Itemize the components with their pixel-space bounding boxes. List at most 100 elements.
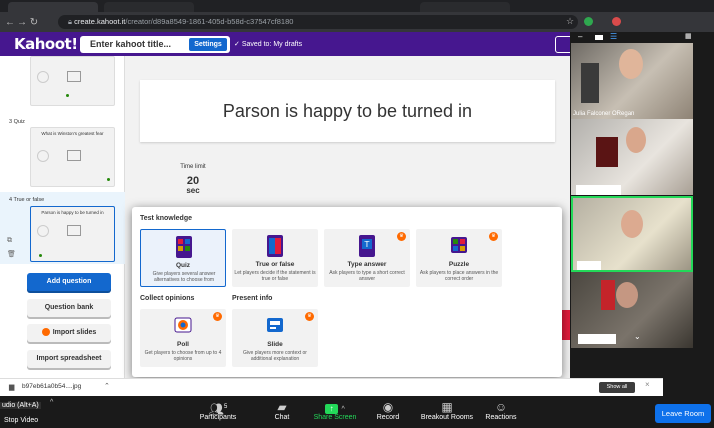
type-answer-icon: T bbox=[359, 235, 375, 257]
held-book bbox=[601, 280, 615, 310]
puzzle-type-card[interactable]: ♛ Puzzle Ask players to place answers in… bbox=[416, 229, 502, 287]
import-slides-label: Import slides bbox=[52, 329, 97, 336]
import-spreadsheet-button[interactable]: Import spreadsheet bbox=[27, 350, 111, 368]
participant-name-bar bbox=[577, 261, 601, 270]
gallery-view-icon[interactable]: ☰ bbox=[610, 32, 617, 41]
url-host: create.kahoot.it bbox=[74, 17, 126, 26]
browser-tab[interactable] bbox=[104, 2, 194, 12]
poll-icon bbox=[174, 317, 192, 333]
minimize-icon[interactable]: – bbox=[578, 32, 582, 41]
timer-circle bbox=[37, 150, 49, 162]
poll-type-card[interactable]: ♛ Poll Get players to choose from up to … bbox=[140, 309, 226, 367]
participant-name-bar bbox=[576, 185, 621, 195]
video-tile-1[interactable]: Julia Falconer ORegan bbox=[571, 43, 693, 119]
video-tile-3-active[interactable] bbox=[571, 196, 693, 272]
downloads-bar: ▆ b97eb61a0b54....jpg ⌃ bbox=[0, 378, 663, 396]
saved-text: Saved to: My drafts bbox=[241, 41, 303, 48]
video-tile-4[interactable]: ⌄ bbox=[571, 272, 693, 348]
question-bank-button[interactable]: Question bank bbox=[27, 299, 111, 317]
downloads-close-icon[interactable]: × bbox=[645, 380, 650, 389]
show-all-button[interactable]: Show all bbox=[599, 382, 635, 393]
slide-type-card[interactable]: ♛ Slide Give players more context or add… bbox=[232, 309, 318, 367]
settings-button[interactable]: Settings bbox=[189, 38, 227, 51]
slide-3-label: 3 Quiz bbox=[9, 119, 25, 125]
puzzle-icon bbox=[451, 237, 467, 253]
participant-face bbox=[619, 49, 643, 79]
participants-label: Participants bbox=[199, 414, 237, 421]
chevron-down-icon[interactable]: ⌄ bbox=[634, 332, 641, 341]
bookmark-star-icon[interactable]: ☆ bbox=[566, 16, 574, 27]
participants-button[interactable]: 👥︎5 Participants bbox=[190, 400, 246, 421]
time-limit-value: 20 bbox=[186, 175, 200, 187]
true-false-desc: Let players decide if the statement is t… bbox=[234, 270, 316, 282]
record-button[interactable]: ◉ Record bbox=[360, 400, 416, 421]
svg-text:T: T bbox=[364, 240, 370, 249]
section-test-knowledge: Test knowledge bbox=[140, 215, 192, 222]
answer-dot bbox=[107, 178, 110, 181]
participant-name-bar bbox=[578, 334, 616, 344]
kahoot-logo[interactable]: Kahoot! bbox=[14, 35, 78, 53]
import-slides-button[interactable]: Import slides bbox=[27, 324, 111, 342]
participant-name: Julia Falconer ORegan bbox=[573, 111, 635, 117]
poll-label: Poll bbox=[177, 341, 189, 348]
forward-icon[interactable]: → bbox=[16, 17, 28, 28]
browser-tab[interactable] bbox=[420, 2, 510, 12]
check-icon: ✓ bbox=[234, 41, 242, 48]
quiz-icon bbox=[176, 236, 192, 258]
slide-label: Slide bbox=[267, 341, 283, 348]
answer-dot bbox=[39, 254, 42, 257]
section-present-info: Present info bbox=[232, 295, 273, 302]
type-answer-type-card[interactable]: ♛ T Type answer Ask players to type a sh… bbox=[324, 229, 410, 287]
audio-tooltip: udio (Alt+A) bbox=[0, 402, 41, 409]
add-question-button[interactable]: Add question bbox=[27, 273, 111, 291]
stop-video-button[interactable]: Stop Video bbox=[4, 417, 38, 424]
share-screen-label: Share Screen bbox=[313, 414, 357, 421]
slide-thumbnail-4[interactable]: Parson is happy to be turned in bbox=[30, 206, 115, 262]
chat-button[interactable]: ▰ Chat bbox=[254, 400, 310, 421]
url-path: /creator/d89a8549-1861-405d-b58d-c37547c… bbox=[125, 17, 294, 26]
true-false-icon bbox=[267, 235, 283, 257]
saved-status: ✓ Saved to: My drafts bbox=[234, 38, 302, 51]
type-answer-desc: Ask players to type a short correct answ… bbox=[329, 270, 405, 282]
slide-thumbnail-2[interactable] bbox=[30, 56, 115, 106]
quiz-type-card[interactable]: Quiz Give players several answer alterna… bbox=[140, 229, 226, 287]
extension-icon[interactable] bbox=[584, 17, 593, 26]
slide-4-label: 4 True or false bbox=[9, 197, 45, 203]
share-screen-button[interactable]: ↑ ^ Share Screen bbox=[307, 400, 363, 421]
browser-tab[interactable] bbox=[8, 2, 98, 12]
slide-3-title: What is Winston's greatest fear bbox=[41, 131, 104, 136]
duplicate-icon[interactable]: ⧉ bbox=[7, 237, 12, 245]
puzzle-desc: Ask players to place answers in the corr… bbox=[419, 270, 499, 282]
image-placeholder-icon bbox=[67, 71, 81, 82]
breakout-rooms-button[interactable]: ▦ Breakout Rooms bbox=[412, 400, 482, 421]
delete-icon[interactable]: 🗑︎ bbox=[7, 250, 16, 258]
premium-icon: ♛ bbox=[489, 232, 498, 241]
download-options-icon[interactable]: ⌃ bbox=[104, 382, 110, 390]
record-icon: ◉ bbox=[382, 400, 394, 414]
reactions-button[interactable]: ☺ Reactions bbox=[473, 400, 529, 421]
profile-avatar[interactable] bbox=[612, 17, 621, 26]
reactions-label: Reactions bbox=[485, 414, 517, 421]
participants-icon: 👥︎5 bbox=[208, 402, 228, 416]
download-filename[interactable]: b97eb61a0b54....jpg bbox=[22, 383, 81, 390]
view-toggle-icon[interactable]: ▦ bbox=[685, 32, 692, 40]
slide-thumbnail-3[interactable]: What is Winston's greatest fear bbox=[30, 127, 115, 187]
audio-options-icon[interactable]: ^ bbox=[50, 399, 53, 406]
quiz-label: Quiz bbox=[175, 262, 191, 269]
time-limit-label: Time limit bbox=[180, 164, 206, 170]
back-icon[interactable]: ← bbox=[4, 17, 16, 28]
reload-icon[interactable]: ↻ bbox=[28, 17, 40, 28]
held-book bbox=[596, 137, 618, 167]
true-false-type-card[interactable]: True or false Let players decide if the … bbox=[232, 229, 318, 287]
slide-desc: Give players more context or additional … bbox=[243, 350, 307, 362]
address-bar[interactable]: 🔒︎ create.kahoot.it/creator/d89a8549-186… bbox=[58, 15, 578, 29]
participant-face bbox=[621, 210, 643, 238]
video-panel-controls: – ☰ ▦ bbox=[575, 32, 693, 42]
restore-icon[interactable] bbox=[595, 35, 603, 40]
leave-room-button[interactable]: Leave Room bbox=[655, 404, 711, 423]
poll-desc: Get players to choose from up to 4 opini… bbox=[144, 350, 222, 362]
timer-circle bbox=[37, 71, 49, 83]
question-title[interactable]: Parson is happy to be turned in bbox=[140, 80, 555, 142]
reactions-icon: ☺ bbox=[494, 400, 508, 414]
video-tile-2[interactable] bbox=[571, 119, 693, 195]
